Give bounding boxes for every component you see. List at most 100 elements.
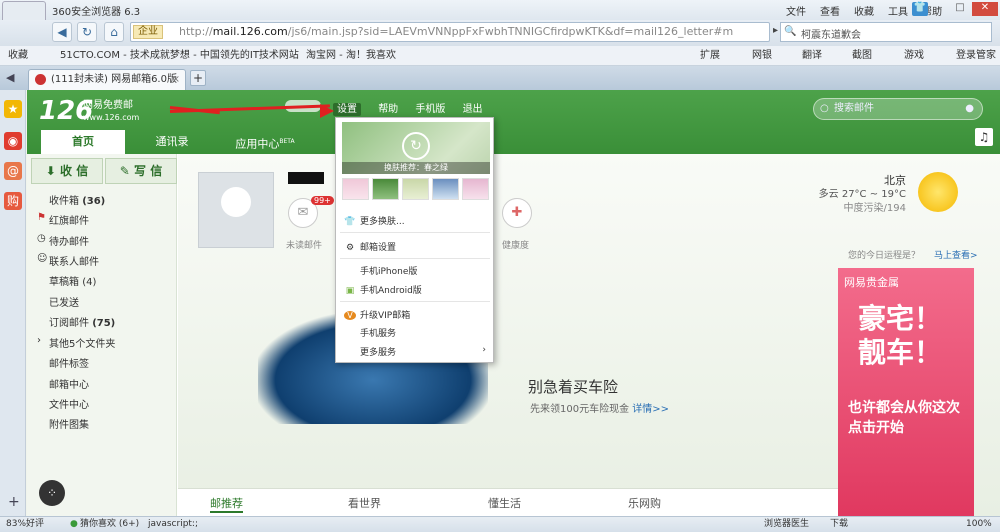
mail-at-icon[interactable]: @	[4, 162, 22, 180]
folder-file-center[interactable]: 文件中心	[49, 396, 89, 411]
url-text[interactable]: http://mail.126.com/js6/main.jsp?sid=LAE…	[179, 25, 759, 38]
mobile-service-item[interactable]: 手机服务	[360, 326, 396, 339]
shopping-icon[interactable]: 购	[4, 192, 22, 210]
fav-51cto[interactable]: 51CTO.COM - 技术成就梦想 - 中国领先的IT技术网站	[60, 46, 299, 66]
fav-translate[interactable]: 翻译	[802, 46, 822, 66]
music-icon[interactable]: ♫	[975, 128, 993, 146]
folder-inbox[interactable]: 收件箱 (36)	[49, 192, 105, 207]
skin-thumb-3[interactable]	[402, 178, 429, 200]
skin-preview[interactable]: ↻ 换肤推荐：春之绿	[342, 122, 490, 174]
user-avatar[interactable]	[198, 172, 274, 248]
health-icon[interactable]: ✚	[502, 198, 532, 228]
android-icon: ▣	[345, 286, 355, 296]
tab-world[interactable]: 看世界	[348, 495, 381, 511]
promo-title[interactable]: 别急着买车险	[528, 376, 618, 397]
voice-icon[interactable]: ●	[965, 99, 974, 119]
skin-thumb-4[interactable]	[432, 178, 459, 200]
vip-upgrade-item[interactable]: V 升级VIP邮箱	[344, 308, 410, 321]
red-arrow-head	[320, 104, 334, 118]
tab-close-icon[interactable]: ×	[172, 70, 180, 90]
more-services-item[interactable]: 更多服务 ›	[360, 345, 486, 358]
zoom-level[interactable]: 100%	[966, 517, 992, 532]
web-search-box[interactable]: 🔍 柯震东道歉会	[780, 22, 992, 42]
tab-recommend[interactable]: 邮推荐	[210, 495, 243, 513]
tab-home[interactable]: 首页	[41, 130, 125, 154]
guess-like-status[interactable]: 猜你喜欢 (6+)	[80, 517, 139, 532]
fav-login-manager[interactable]: 登录管家	[956, 46, 996, 66]
clock-icon: ◷	[37, 233, 46, 244]
fav-bank[interactable]: 网银	[752, 46, 772, 66]
menu-file[interactable]: 文件	[786, 7, 806, 18]
folder-contacts-mail[interactable]: ☺ 联系人邮件	[37, 253, 99, 268]
compose-button[interactable]: ✎ 写 信	[105, 158, 177, 184]
fav-screenshot[interactable]: 截图	[852, 46, 872, 66]
home-icon[interactable]: ⌂	[104, 22, 124, 42]
refresh-icon[interactable]: ↻	[77, 22, 97, 42]
browser-title: 360安全浏览器 6.3	[52, 7, 141, 18]
favorites-star-icon[interactable]: ★	[4, 100, 22, 118]
folder-todo[interactable]: ◷ 待办邮件	[37, 233, 89, 248]
status-bar: 83%好评 ● 猜你喜欢 (6+) javascript:; 浏览器医生 下载 …	[0, 516, 1000, 532]
fav-collect[interactable]: 收藏	[8, 46, 28, 66]
mail-search-input[interactable]: ○ 搜索邮件 ●	[813, 98, 983, 120]
folder-attachments[interactable]: 附件图集	[49, 416, 89, 431]
tab-app-center[interactable]: 应用中心BETA	[227, 130, 303, 154]
fav-games[interactable]: 游戏	[904, 46, 924, 66]
skin-thumb-1[interactable]	[342, 178, 369, 200]
tab-contacts[interactable]: 通讯录	[127, 130, 217, 154]
skin-thumb-5[interactable]	[462, 178, 489, 200]
receive-button[interactable]: ⬇ 收 信	[31, 158, 103, 184]
address-bar[interactable]: 企业 http://mail.126.com/js6/main.jsp?sid=…	[130, 22, 770, 42]
promo-details-link[interactable]: 详情>>	[632, 404, 669, 415]
mail-settings-item[interactable]: ⚙ 邮箱设置	[344, 240, 396, 253]
logout-link[interactable]: 退出	[463, 104, 483, 115]
rating-status[interactable]: 83%好评	[6, 517, 44, 532]
folder-drafts[interactable]: 草稿箱 (4)	[49, 273, 96, 288]
folder-mail-center[interactable]: 邮箱中心	[49, 376, 89, 391]
fav-extensions[interactable]: 扩展	[700, 46, 720, 66]
tab-list-icon[interactable]: ◀	[6, 71, 14, 84]
more-skins-item[interactable]: 👕 更多换肤...	[344, 214, 404, 227]
dock-add-icon[interactable]: +	[8, 494, 20, 510]
promo-subtitle[interactable]: 先来领100元车险现金 详情>>	[530, 400, 669, 415]
help-link[interactable]: 帮助	[378, 104, 398, 115]
settings-link[interactable]: 设置	[333, 103, 361, 116]
gear-icon: ⚙	[345, 243, 355, 253]
menu-favorites[interactable]: 收藏	[854, 7, 874, 18]
browser-doctor[interactable]: 浏览器医生	[764, 517, 809, 532]
url-zone-badge[interactable]: 企业	[133, 25, 163, 39]
fortune-link[interactable]: 马上查看>	[934, 248, 978, 261]
folder-flagged[interactable]: ⚑ 红旗邮件	[37, 212, 89, 227]
skin-thumb-2[interactable]	[372, 178, 399, 200]
close-icon[interactable]: ✕	[972, 2, 998, 16]
maximize-icon[interactable]: □	[952, 2, 968, 16]
android-item[interactable]: ▣ 手机Android版	[344, 283, 422, 296]
folder-subscriptions[interactable]: 订阅邮件 (75)	[49, 314, 115, 329]
side-ad-banner[interactable]: 网易贵金属 豪宅！靓车！ 也许都会从你这次点击开始	[838, 268, 974, 516]
back-icon[interactable]: ◀	[52, 22, 72, 42]
tab-life[interactable]: 懂生活	[488, 495, 521, 511]
menu-tools[interactable]: 工具	[888, 7, 908, 18]
minimize-icon[interactable]: –	[932, 2, 948, 16]
folder-sent[interactable]: 已发送	[49, 294, 79, 309]
skin-icon[interactable]: 👕	[912, 2, 928, 16]
tab-shopping[interactable]: 乐网购	[628, 495, 661, 511]
menu-view[interactable]: 查看	[820, 7, 840, 18]
fav-taobao[interactable]: 淘宝网 - 淘！我喜欢	[306, 46, 396, 66]
weather-widget[interactable]: 北京 多云 27°C ~ 19°C 中度污染/194	[818, 174, 906, 216]
tab-bar: ◀ (111封未读) 网易邮箱6.0版 × +	[0, 66, 1000, 90]
tab-mail[interactable]: (111封未读) 网易邮箱6.0版 ×	[28, 69, 186, 90]
downloads[interactable]: 下载	[830, 517, 848, 532]
new-tab-icon[interactable]: +	[190, 70, 206, 86]
weibo-icon[interactable]: ◉	[4, 132, 22, 150]
web-search-text[interactable]: 柯震东道歉会	[801, 26, 861, 41]
refresh-skin-icon[interactable]: ↻	[402, 132, 430, 160]
mobile-link[interactable]: 手机版	[415, 104, 445, 115]
search-engine-icon[interactable]: 🔍	[784, 26, 796, 37]
apps-icon[interactable]: ⁘	[39, 480, 65, 506]
folder-tags[interactable]: 邮件标签	[49, 355, 89, 370]
fortune-prompt: 您的今日运程是？	[848, 251, 921, 261]
address-go-icon[interactable]: ▸	[773, 25, 778, 36]
iphone-item[interactable]: 手机iPhone版	[344, 264, 417, 277]
folder-others[interactable]: › 其他5个文件夹	[37, 335, 115, 350]
